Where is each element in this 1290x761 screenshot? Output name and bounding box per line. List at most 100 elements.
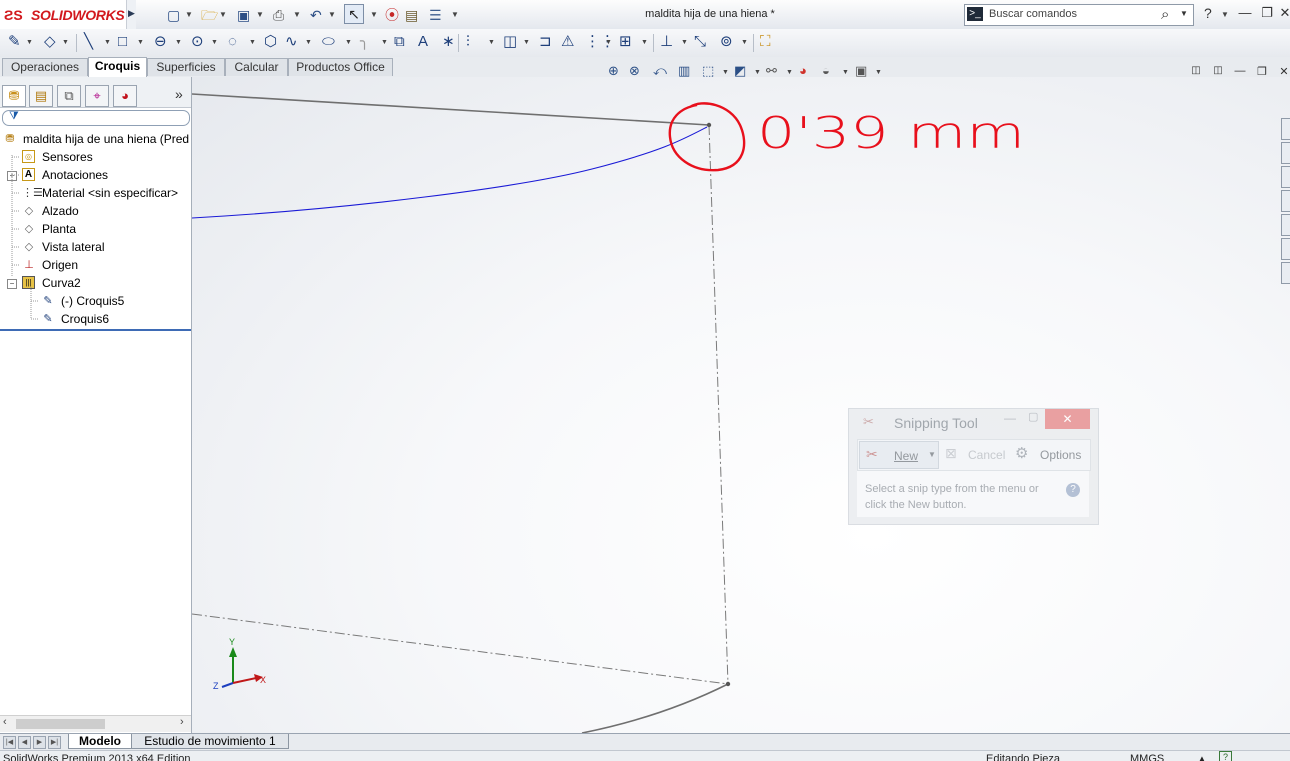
scroll-left-icon[interactable]: ‹ [3,716,7,728]
edit-appearance-icon[interactable]: ◕ [799,63,807,78]
close-icon[interactable]: ✕ [1277,5,1290,21]
chevron-down-icon[interactable]: ▼ [786,69,793,76]
options-button[interactable]: Options [1040,448,1081,462]
convert-entities-icon[interactable]: ◫ [503,33,517,51]
view-orientation-icon[interactable]: ⬚ [702,63,714,79]
help-icon[interactable]: ? [1204,5,1212,21]
restore-icon[interactable]: ❐ [1259,5,1275,21]
apply-scene-icon[interactable]: ◒ [822,63,830,78]
chevron-down-icon[interactable]: ▼ [249,39,256,46]
configuration-manager-tab-icon[interactable]: ⧉ [57,85,81,107]
task-pane-resources-tab[interactable] [1281,118,1290,140]
section-view-icon[interactable]: ▥ [678,63,690,79]
chevron-down-icon[interactable]: ▼ [754,69,761,76]
tab-operaciones[interactable]: Operaciones [2,58,88,76]
close-button[interactable]: ✕ [1045,409,1090,429]
chevron-down-icon[interactable]: ▼ [328,10,336,19]
new-document-icon[interactable]: ▢ [167,6,180,24]
trim-entities-icon[interactable]: ⫶ [466,33,470,51]
graphics-area[interactable]: Y X Z [192,77,1290,733]
scroll-thumb[interactable] [16,719,105,729]
chevron-down-icon[interactable]: ▼ [293,10,301,19]
chevron-down-icon[interactable]: ▼ [875,69,882,76]
chevron-down-icon[interactable]: ▼ [641,39,648,46]
task-pane-view-palette-tab[interactable] [1281,190,1290,212]
hide-show-items-icon[interactable]: ⚯ [766,63,777,79]
chevron-down-icon[interactable]: ▼ [722,69,729,76]
undo-icon[interactable]: ↶ [310,6,322,24]
circle-icon[interactable]: ⊙ [191,33,204,51]
feature-tree-tab-icon[interactable]: ⛃ [2,85,26,107]
zoom-to-fit-icon[interactable]: ⊕ [608,63,619,79]
select-arrow-icon[interactable]: ↖ [344,4,364,24]
polygon-icon[interactable]: ⬡ [264,33,277,51]
open-folder-icon[interactable]: 🗁 [201,6,218,24]
repair-sketch-icon[interactable]: ⤡ [694,33,706,51]
chevron-down-icon[interactable]: ▼ [842,69,849,76]
plane-icon[interactable]: ⧉ [394,33,405,51]
quick-snaps-icon[interactable]: ⊚ [720,33,733,51]
text-icon[interactable]: A [418,33,428,51]
rapid-sketch-icon[interactable]: ⛶ [760,33,771,51]
chevron-down-icon[interactable]: ▼ [1221,10,1229,19]
file-properties-icon[interactable]: ▤ [405,6,418,24]
fillet-icon[interactable]: ╮ [360,33,369,51]
spline-icon[interactable]: ∿ [285,33,298,51]
tab-estudio-movimiento[interactable]: Estudio de movimiento 1 [131,734,289,749]
dimxpert-tab-icon[interactable]: ⌖ [85,85,109,107]
search-commands-box[interactable]: >_ Buscar comandos ⌕ ▼ [964,4,1194,26]
chevron-down-icon[interactable]: ▼ [345,39,352,46]
chevron-down-icon[interactable]: ▼ [681,39,688,46]
chevron-down-icon[interactable]: ▼ [219,10,227,19]
display-relations-icon[interactable]: ⊥ [660,33,673,51]
offset-entities-icon[interactable]: ⊐ [539,33,552,51]
arc-icon[interactable]: ◌ [228,33,237,51]
close-icon[interactable]: ✕ [1276,65,1290,81]
chevron-down-icon[interactable]: ▼ [256,10,264,19]
move-entities-icon[interactable]: ⊞ [619,33,632,51]
save-icon[interactable]: ▣ [237,6,250,24]
options-icon[interactable]: ☰ [429,6,442,24]
display-style-icon[interactable]: ◩ [734,63,746,79]
solidworks-logo[interactable]: ƧS SOLIDWORKS [0,0,126,29]
chevron-down-icon[interactable]: ▼ [605,39,612,46]
tab-croquis[interactable]: Croquis [88,57,147,77]
rebuild-traffic-light-icon[interactable]: ⦿ [385,6,399,24]
line-icon[interactable]: ╲ [84,33,93,51]
task-pane-custom-properties-tab[interactable] [1281,262,1290,284]
logo-menu-arrow[interactable]: ▶ [126,0,136,29]
task-pane-properties-tab[interactable] [1281,214,1290,236]
feature-tree-filter[interactable]: ⧩ [2,110,190,126]
previous-tab-icon[interactable]: ◀ [18,736,31,749]
chevron-down-icon[interactable]: ▼ [370,10,378,19]
horizontal-scrollbar[interactable]: ‹ › [0,715,191,732]
search-input[interactable]: Buscar comandos [989,8,1077,20]
chevron-down-icon[interactable]: ▼ [26,39,33,46]
cancel-button[interactable]: Cancel [968,448,1005,462]
chevron-down-icon[interactable]: ▼ [305,39,312,46]
next-tab-icon[interactable]: ▶ [33,736,46,749]
tile-view-icon[interactable]: ◫ [1188,65,1204,81]
chevron-down-icon[interactable]: ▼ [451,10,459,19]
ellipse-icon[interactable]: ⬭ [322,33,335,51]
split-view-icon[interactable]: ◫ [1210,65,1226,81]
restore-icon[interactable]: ❐ [1254,65,1270,81]
minimize-icon[interactable]: — [1232,65,1248,81]
vertex-point[interactable] [706,122,712,128]
tab-superficies[interactable]: Superficies [147,58,225,76]
task-pane-appearances-tab[interactable] [1281,238,1290,260]
search-icon[interactable]: ⌕ [1161,6,1169,23]
mirror-entities-icon[interactable]: ⚠ [561,33,574,51]
rectangle-icon[interactable]: □ [118,33,127,51]
chevron-down-icon[interactable]: ▼ [1180,9,1188,18]
maximize-icon[interactable]: ▢ [1028,410,1038,423]
minimize-icon[interactable]: — [1004,411,1016,425]
chevron-down-icon[interactable]: ▼ [137,39,144,46]
chevron-down-icon[interactable]: ▼ [381,39,388,46]
new-snip-button[interactable]: ✂ New ▼ [859,441,939,469]
task-pane-file-explorer-tab[interactable] [1281,166,1290,188]
chevron-down-icon[interactable]: ▼ [211,39,218,46]
tab-modelo[interactable]: Modelo [68,734,132,749]
chevron-down-icon[interactable]: ▼ [488,39,495,46]
double-chevron-right-icon[interactable]: » [175,86,183,102]
